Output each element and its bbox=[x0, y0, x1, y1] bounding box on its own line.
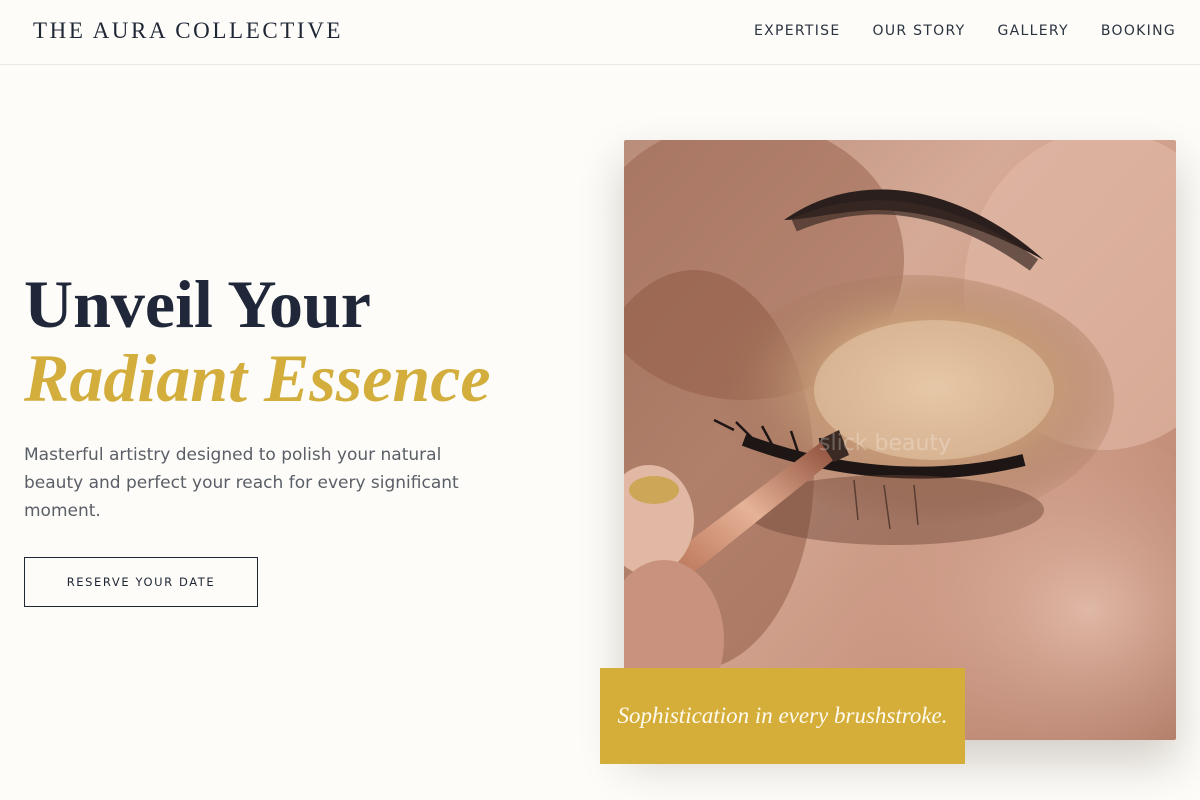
hero-title-line2: Radiant Essence bbox=[24, 340, 491, 416]
brand-logo[interactable]: THE AURA COLLECTIVE bbox=[33, 18, 343, 44]
caption-box: Sophistication in every brushstroke. bbox=[600, 668, 965, 764]
nav-link-booking[interactable]: BOOKING bbox=[1101, 23, 1176, 39]
nav-link-expertise[interactable]: EXPERTISE bbox=[754, 23, 841, 39]
hero-image: slick beauty bbox=[624, 140, 1176, 740]
main-nav: EXPERTISE OUR STORY GALLERY BOOKING bbox=[722, 23, 1176, 39]
image-caption: Sophistication in every brushstroke. bbox=[617, 703, 948, 728]
hero-description: Masterful artistry designed to polish yo… bbox=[24, 445, 459, 521]
reserve-date-button[interactable]: RESERVE YOUR DATE bbox=[24, 557, 258, 607]
svg-text:slick beauty: slick beauty bbox=[819, 431, 951, 456]
nav-link-our-story[interactable]: OUR STORY bbox=[873, 23, 966, 39]
nav-link-gallery[interactable]: GALLERY bbox=[998, 23, 1069, 39]
hero-title-line1: Unveil Your bbox=[24, 266, 371, 342]
eye-makeup-photo: slick beauty bbox=[624, 140, 1176, 740]
site-header: THE AURA COLLECTIVE EXPERTISE OUR STORY … bbox=[0, 0, 1200, 65]
